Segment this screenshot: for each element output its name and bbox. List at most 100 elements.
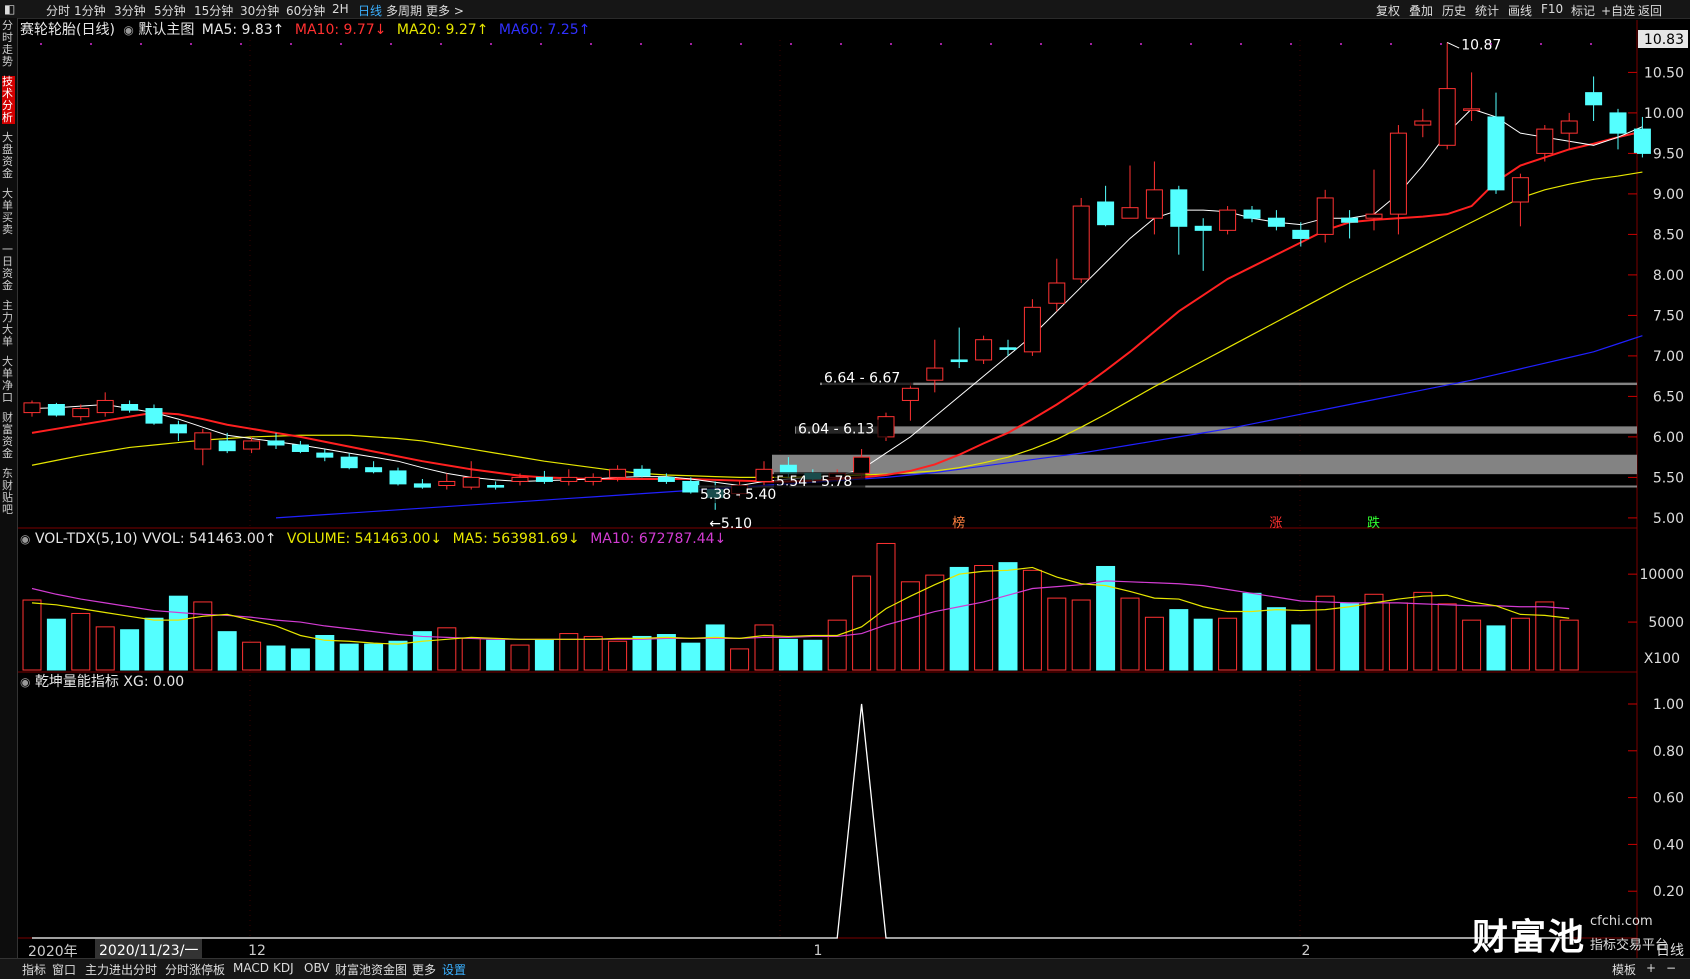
candle-body	[560, 476, 578, 482]
volume-bar	[1559, 619, 1579, 671]
price-tick-label: 8.50	[1653, 227, 1684, 243]
volume-bar	[998, 562, 1018, 671]
ref-dot	[690, 43, 692, 45]
volume-bar	[1388, 602, 1408, 671]
price-tick-label: 7.50	[1653, 308, 1684, 324]
watermark-slogan: 指标交易平台	[1590, 938, 1669, 953]
ref-dot	[90, 43, 92, 45]
candle-body	[999, 347, 1017, 350]
candle-body	[1194, 225, 1212, 231]
candle-body	[535, 476, 553, 482]
ref-dot	[740, 43, 742, 45]
bottom-tab[interactable]: 更多	[412, 961, 436, 978]
volume-bar	[510, 644, 530, 671]
candle-body	[1341, 217, 1359, 223]
high-pointer	[1446, 41, 1460, 49]
bottom-tab[interactable]: 分时涨停板	[165, 961, 225, 978]
xg-line	[32, 703, 1570, 939]
kline-chart[interactable]: 6.64 - 6.676.04 - 6.135.54 - 5.785.38 - …	[0, 0, 1690, 978]
volume-bar	[656, 634, 676, 671]
ref-dot	[1440, 43, 1442, 45]
candle-body	[779, 464, 797, 474]
volume-bar	[730, 648, 750, 671]
volume-bar	[1364, 593, 1384, 671]
volume-bar	[1218, 617, 1238, 671]
ref-dot	[840, 43, 842, 45]
price-zone	[820, 382, 1637, 386]
ref-dot	[540, 43, 542, 45]
volume-bar	[437, 627, 457, 671]
candle-body	[975, 339, 993, 361]
volume-bar	[803, 639, 823, 671]
ref-dot	[290, 43, 292, 45]
bottom-tab[interactable]: 主力进出分时	[85, 961, 157, 978]
bottom-tab[interactable]: KDJ	[273, 961, 294, 975]
candle-body	[1048, 282, 1066, 304]
event-marker: 跌	[1367, 515, 1380, 531]
candle-body	[121, 404, 139, 411]
candle-body	[633, 468, 651, 477]
candle-body	[389, 470, 407, 485]
zone-label: 5.38 - 5.40	[700, 487, 776, 503]
volume-bar	[778, 638, 798, 671]
ind-tick-label: 0.80	[1653, 744, 1684, 760]
bottom-tool[interactable]: +	[1646, 961, 1656, 975]
candle-body	[584, 476, 602, 482]
volume-bar	[583, 635, 603, 671]
bottom-tab[interactable]: 财富池资金图	[335, 961, 407, 978]
bottom-tool[interactable]: 模板	[1612, 961, 1636, 978]
candle-body	[1536, 128, 1554, 154]
volume-bar	[217, 631, 237, 671]
candle-body	[23, 402, 41, 414]
volume-bar	[1144, 616, 1164, 671]
volume-bar	[1315, 595, 1335, 671]
bottom-tab[interactable]: 窗口	[52, 961, 76, 978]
volume-bar	[827, 619, 847, 671]
watermark-brand: 财富池	[1472, 917, 1587, 958]
candle-body	[413, 483, 431, 488]
volume-bar	[681, 642, 701, 671]
candle-body	[1560, 120, 1578, 134]
candle-body	[1267, 217, 1285, 227]
vol-ma10-line	[31, 580, 1570, 640]
volume-bar	[754, 624, 774, 671]
candle-body	[1365, 213, 1383, 219]
ref-dot	[1190, 43, 1192, 45]
ref-dot	[590, 43, 592, 45]
bottom-tab[interactable]: 指标	[22, 961, 46, 978]
price-tick-label: 10.50	[1644, 65, 1684, 81]
volume-bar	[1291, 624, 1311, 671]
low-label: ←5.10	[709, 516, 752, 532]
bottom-tab[interactable]: OBV	[304, 961, 330, 975]
price-cursor-label: 10.83	[1644, 32, 1684, 48]
volume-bar	[925, 574, 945, 671]
volume-bar	[1266, 607, 1286, 671]
volume-bar	[486, 639, 506, 671]
volume-bar	[608, 640, 628, 671]
candle-body	[462, 476, 480, 488]
bottom-tab[interactable]: 设置	[442, 961, 466, 978]
candle-body	[755, 468, 773, 482]
volume-bar	[1120, 597, 1140, 671]
candle-body	[511, 476, 529, 482]
candle-body	[901, 387, 919, 401]
ref-dot	[1090, 43, 1092, 45]
candle-body	[218, 440, 236, 452]
candle-body	[1243, 209, 1261, 219]
price-tick-label: 7.00	[1653, 349, 1684, 365]
volume-bar	[388, 640, 408, 671]
volume-bar	[461, 637, 481, 671]
price-tick-label: 10.00	[1644, 106, 1684, 122]
month-label: 2	[1302, 943, 1311, 959]
volume-bar	[364, 643, 384, 671]
bottom-tool[interactable]: −	[1666, 961, 1676, 975]
watermark: 财富池	[1472, 908, 1586, 960]
ref-dot	[1140, 43, 1142, 45]
ind-tick-label: 0.60	[1653, 791, 1684, 807]
event-marker: 榜	[952, 515, 965, 531]
volume-bar	[876, 542, 896, 671]
ref-dot	[1390, 43, 1392, 45]
candle-body	[340, 456, 358, 469]
bottom-tab[interactable]: MACD	[233, 961, 269, 975]
volume-bar	[168, 595, 188, 671]
